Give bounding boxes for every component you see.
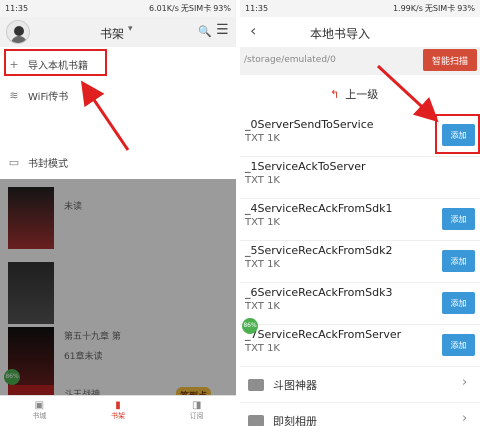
local-import-screen: 11:35 1.99K/s 无SIM卡 93% ‹ 本地书导入 /storage… (240, 0, 480, 426)
tab-label: 订阅 (189, 412, 204, 420)
tab-label: 书架 (111, 412, 125, 420)
import-menu: + 导入本机书籍 ≋ WiFi传书 ▭ 书封模式 (0, 47, 236, 179)
chevron-right-icon: › (462, 411, 468, 426)
file-row[interactable]: _6ServiceRecAckFromSdk3 TXT 1K 添加 (240, 283, 480, 325)
add-button[interactable]: 添加 (442, 250, 475, 272)
file-name: _5ServiceRecAckFromSdk2 (245, 244, 393, 257)
page-title[interactable]: 书架 (100, 25, 124, 42)
highlight-box (435, 114, 480, 154)
folder-row[interactable]: 即刻相册 › (240, 403, 480, 426)
file-name: _7ServiceRecAckFromServer (245, 328, 402, 341)
menu-item-label: WiFi传书 (28, 91, 69, 103)
progress-badge: 86% (242, 318, 258, 334)
current-path: /storage/emulated/0 (244, 55, 336, 65)
page-title: 本地书导入 (310, 27, 371, 41)
bookstore-icon: ▣ (34, 400, 45, 411)
file-meta: TXT 1K (245, 343, 280, 354)
return-arrow-icon: ↰ (330, 88, 340, 101)
menu-item-wifi-transfer[interactable]: ≋ WiFi传书 (0, 80, 236, 110)
status-carrier: 无SIM卡 (180, 4, 212, 13)
file-name: _0ServerSendToService (245, 118, 374, 131)
status-speed: 6.01K/s (148, 4, 179, 13)
folder-name: 即刻相册 (273, 415, 317, 426)
file-row[interactable]: _1ServiceAckToServer TXT 1K (240, 157, 480, 199)
status-speed: 1.99K/s (392, 4, 423, 13)
wifi-icon: ≋ (9, 88, 19, 102)
menu-item-cover-mode[interactable]: ▭ 书封模式 (0, 147, 236, 177)
bottom-tab-bar: ▣ 书城 ▮ 书架 ◨ 订阅 (0, 395, 236, 426)
up-level-button[interactable]: ↰ 上一级 (330, 86, 378, 102)
menu-item-label: 书封模式 (28, 158, 68, 170)
folder-name: 斗图神器 (273, 379, 317, 392)
menu-icon[interactable]: ☰ (216, 22, 229, 38)
file-meta: TXT 1K (245, 217, 280, 228)
folder-row[interactable]: 斗图神器 › (240, 367, 480, 403)
screenshot-root: 11:35 6.01K/s 无SIM卡 93% 书架 ▾ 🔍 ☰ 未读 第五十九… (0, 0, 480, 426)
cover-mode-icon: ▭ (8, 155, 20, 169)
chevron-down-icon[interactable]: ▾ (128, 24, 133, 34)
file-name: _4ServiceRecAckFromSdk1 (245, 202, 393, 215)
folder-icon (248, 415, 264, 426)
status-time: 11:35 (5, 4, 29, 13)
status-bar: 11:35 6.01K/s 无SIM卡 93% (0, 0, 236, 17)
bookshelf-icon: ▮ (115, 400, 121, 411)
file-name: _6ServiceRecAckFromSdk3 (245, 286, 393, 299)
bookshelf-app-bar: 书架 ▾ 🔍 ☰ (0, 17, 236, 47)
smart-scan-button[interactable]: 智能扫描 (423, 49, 477, 71)
chevron-right-icon: › (462, 375, 468, 390)
status-battery: 93% (457, 4, 475, 13)
status-battery: 93% (213, 4, 231, 13)
file-row[interactable]: _7ServiceRecAckFromServer TXT 1K 添加 (240, 325, 480, 367)
file-meta: TXT 1K (245, 301, 280, 312)
subscription-icon: ◨ (191, 400, 202, 411)
add-button[interactable]: 添加 (442, 292, 475, 314)
tab-bookshelf[interactable]: ▮ 书架 (79, 396, 158, 426)
add-button[interactable]: 添加 (442, 334, 475, 356)
import-app-bar: ‹ 本地书导入 (240, 17, 480, 47)
back-icon[interactable]: ‹ (250, 21, 256, 40)
search-icon[interactable]: 🔍 (198, 25, 212, 38)
up-level-label: 上一级 (345, 88, 379, 101)
file-meta: TXT 1K (245, 175, 280, 186)
status-bar: 11:35 1.99K/s 无SIM卡 93% (240, 0, 480, 17)
file-meta: TXT 1K (245, 133, 280, 144)
file-row[interactable]: _5ServiceRecAckFromSdk2 TXT 1K 添加 (240, 241, 480, 283)
tab-subscription[interactable]: ◨ 订阅 (157, 396, 236, 426)
file-row[interactable]: _4ServiceRecAckFromSdk1 TXT 1K 添加 (240, 199, 480, 241)
bookshelf-screen: 11:35 6.01K/s 无SIM卡 93% 书架 ▾ 🔍 ☰ 未读 第五十九… (0, 0, 236, 426)
highlight-box (4, 49, 107, 76)
tab-label: 书城 (32, 412, 47, 420)
file-meta: TXT 1K (245, 259, 280, 270)
add-button[interactable]: 添加 (442, 208, 475, 230)
avatar[interactable] (6, 20, 30, 44)
status-time: 11:35 (245, 4, 269, 13)
tab-bookstore[interactable]: ▣ 书城 (0, 396, 79, 426)
status-carrier: 无SIM卡 (424, 4, 456, 13)
path-bar: /storage/emulated/0 智能扫描 (240, 47, 480, 75)
folder-icon (248, 379, 264, 391)
file-name: _1ServiceAckToServer (245, 160, 366, 173)
